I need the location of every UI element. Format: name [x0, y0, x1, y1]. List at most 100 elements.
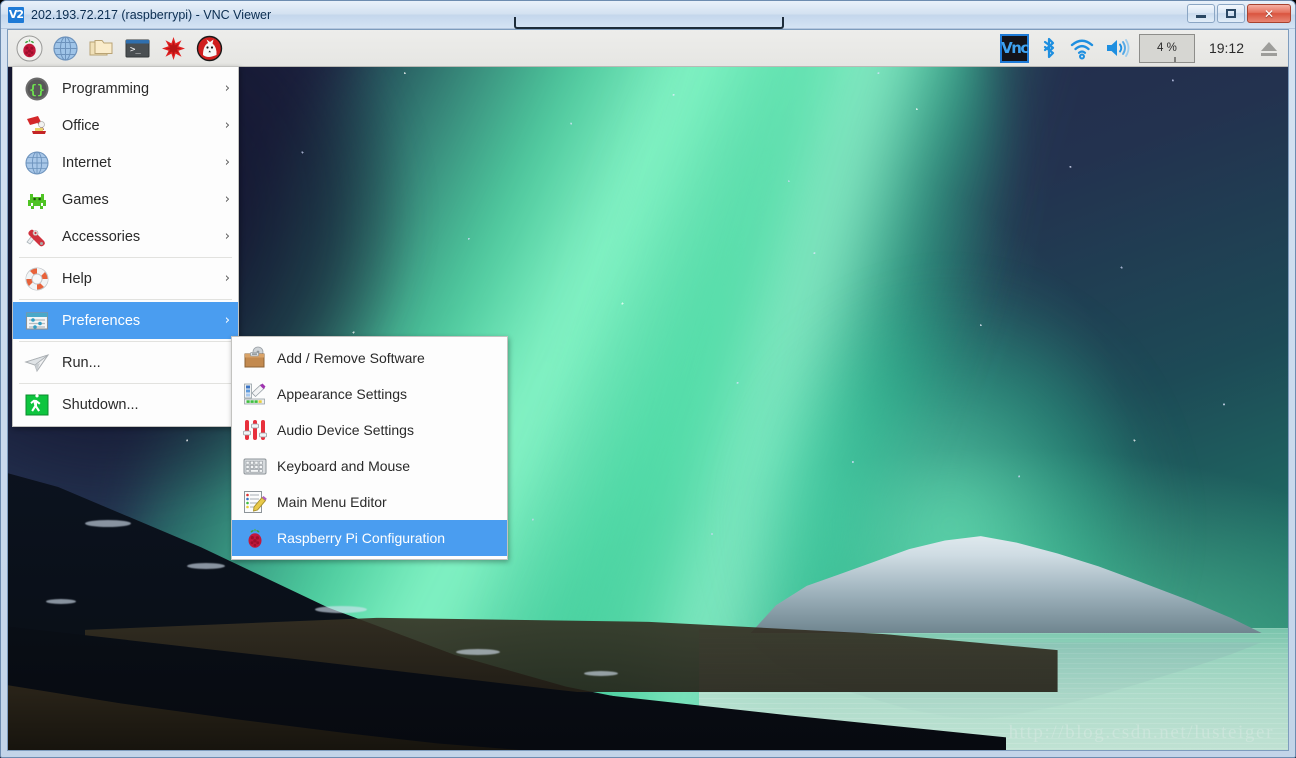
menu-item-help[interactable]: Help › [13, 260, 238, 297]
snow-patch [46, 598, 77, 604]
internet-globe-icon [23, 149, 51, 177]
package-box-icon [242, 345, 268, 371]
chevron-right-icon: › [224, 118, 230, 133]
submenu-item-main-menu-editor[interactable]: Main Menu Editor [232, 484, 507, 520]
menu-item-label: Accessories [62, 228, 141, 245]
cpu-usage-monitor[interactable]: 4 % [1138, 33, 1195, 63]
menu-item-preferences[interactable]: Preferences › [13, 302, 238, 339]
wolfram-wolf-icon [196, 35, 222, 61]
menu-item-label: Office [62, 117, 100, 134]
shutdown-exit-icon [23, 391, 51, 419]
menu-button[interactable] [12, 32, 46, 64]
vnc-logo-icon: V2 [8, 6, 24, 23]
menu-item-programming[interactable]: {} Programming › [13, 70, 238, 107]
submenu-item-add-remove-software[interactable]: Add / Remove Software [232, 340, 507, 376]
menu-item-games[interactable]: Games › [13, 181, 238, 218]
snow-patch [584, 670, 618, 676]
preferences-submenu: Add / Remove Software Appearance Setting… [231, 336, 508, 560]
chevron-right-icon: › [224, 313, 230, 328]
folder-icon [89, 39, 112, 55]
window-controls: ✕ [1187, 4, 1291, 23]
submenu-item-label: Add / Remove Software [277, 350, 425, 366]
menu-separator [19, 383, 232, 384]
system-tray: Vnc 4 % 19:12 [996, 30, 1288, 66]
run-paperplane-icon [23, 349, 51, 377]
file-manager-launcher[interactable] [84, 32, 118, 64]
snow-patch [315, 606, 368, 613]
minimize-button[interactable] [1187, 4, 1215, 23]
close-button[interactable]: ✕ [1247, 4, 1291, 23]
maximize-icon [1226, 9, 1236, 18]
volume-glyph [1106, 39, 1130, 57]
raspberry-pi-icon [16, 35, 42, 61]
menu-separator [19, 257, 232, 258]
raspberry-pi-icon [242, 525, 268, 551]
globe-icon [52, 35, 78, 61]
svg-text:{}: {} [29, 83, 45, 98]
submenu-item-label: Main Menu Editor [277, 494, 387, 510]
office-lamp-icon [23, 112, 51, 140]
menu-item-run[interactable]: Run... [13, 344, 238, 381]
keyboard-icon [242, 453, 268, 479]
chevron-right-icon: › [224, 81, 230, 96]
menu-item-office[interactable]: Office › [13, 107, 238, 144]
snow-patch [187, 562, 226, 569]
chevron-right-icon: › [224, 229, 230, 244]
submenu-item-raspberry-pi-configuration[interactable]: Raspberry Pi Configuration [232, 520, 507, 556]
vnc-toolbar-tab[interactable] [514, 17, 784, 29]
remote-desktop-area[interactable]: http://blog.csdn.net/lusteiger >_ Vnc 4 … [7, 29, 1289, 751]
mathematica-launcher[interactable] [156, 32, 190, 64]
cpu-usage-value: 4 % [1157, 42, 1177, 54]
audio-sliders-icon [242, 417, 268, 443]
wifi-glyph [1070, 39, 1094, 60]
submenu-item-appearance-settings[interactable]: Appearance Settings [232, 376, 507, 412]
color-palette-icon [242, 381, 268, 407]
menu-editor-icon [242, 489, 268, 515]
menu-item-label: Preferences [62, 312, 141, 329]
minimize-icon [1196, 15, 1206, 18]
submenu-item-label: Appearance Settings [277, 386, 407, 402]
menu-item-internet[interactable]: Internet › [13, 144, 238, 181]
cpu-usage-bar [1173, 56, 1176, 62]
clock[interactable]: 19:12 [1200, 40, 1253, 56]
programming-braces-icon: {} [23, 75, 51, 103]
watermark-text: http://blog.csdn.net/lusteiger [1008, 722, 1274, 743]
snow-patch [84, 519, 131, 527]
vnc-server-tray-icon[interactable]: Vnc [996, 32, 1033, 64]
menu-item-label: Internet [62, 154, 112, 171]
maximize-button[interactable] [1217, 4, 1245, 23]
menu-item-shutdown[interactable]: Shutdown... [13, 386, 238, 423]
accessories-knife-icon [23, 223, 51, 251]
terminal-launcher[interactable]: >_ [120, 32, 154, 64]
close-icon: ✕ [1263, 6, 1275, 21]
volume-icon[interactable] [1100, 32, 1134, 64]
eject-glyph [1261, 42, 1277, 56]
preferences-sliders-icon [23, 307, 51, 335]
lxde-taskbar: >_ Vnc 4 % 19:12 [8, 30, 1288, 67]
vnc-tray-badge: Vnc [999, 33, 1029, 63]
submenu-item-label: Raspberry Pi Configuration [277, 530, 446, 546]
submenu-item-label: Keyboard and Mouse [277, 458, 411, 474]
chevron-right-icon: › [224, 271, 230, 286]
menu-item-accessories[interactable]: Accessories › [13, 218, 238, 255]
launcher-bar: >_ [8, 32, 226, 64]
eject-icon[interactable] [1254, 32, 1284, 64]
menu-item-label: Help [62, 270, 92, 287]
chevron-right-icon: › [224, 155, 230, 170]
menu-separator [19, 299, 232, 300]
menu-item-label: Games [62, 191, 109, 208]
wifi-icon[interactable] [1065, 32, 1099, 64]
wolfram-launcher[interactable] [192, 32, 226, 64]
submenu-item-label: Audio Device Settings [277, 422, 414, 438]
menu-item-label: Programming [62, 80, 150, 97]
menu-item-label: Run... [62, 354, 101, 371]
chevron-right-icon: › [224, 192, 230, 207]
bluetooth-icon[interactable] [1034, 32, 1064, 64]
submenu-item-audio-device-settings[interactable]: Audio Device Settings [232, 412, 507, 448]
help-lifebuoy-icon [23, 265, 51, 293]
terminal-icon: >_ [125, 39, 149, 57]
window-title: 202.193.72.217 (raspberrypi) - VNC Viewe… [31, 7, 272, 22]
bluetooth-glyph [1043, 37, 1055, 59]
submenu-item-keyboard-and-mouse[interactable]: Keyboard and Mouse [232, 448, 507, 484]
web-browser-launcher[interactable] [48, 32, 82, 64]
